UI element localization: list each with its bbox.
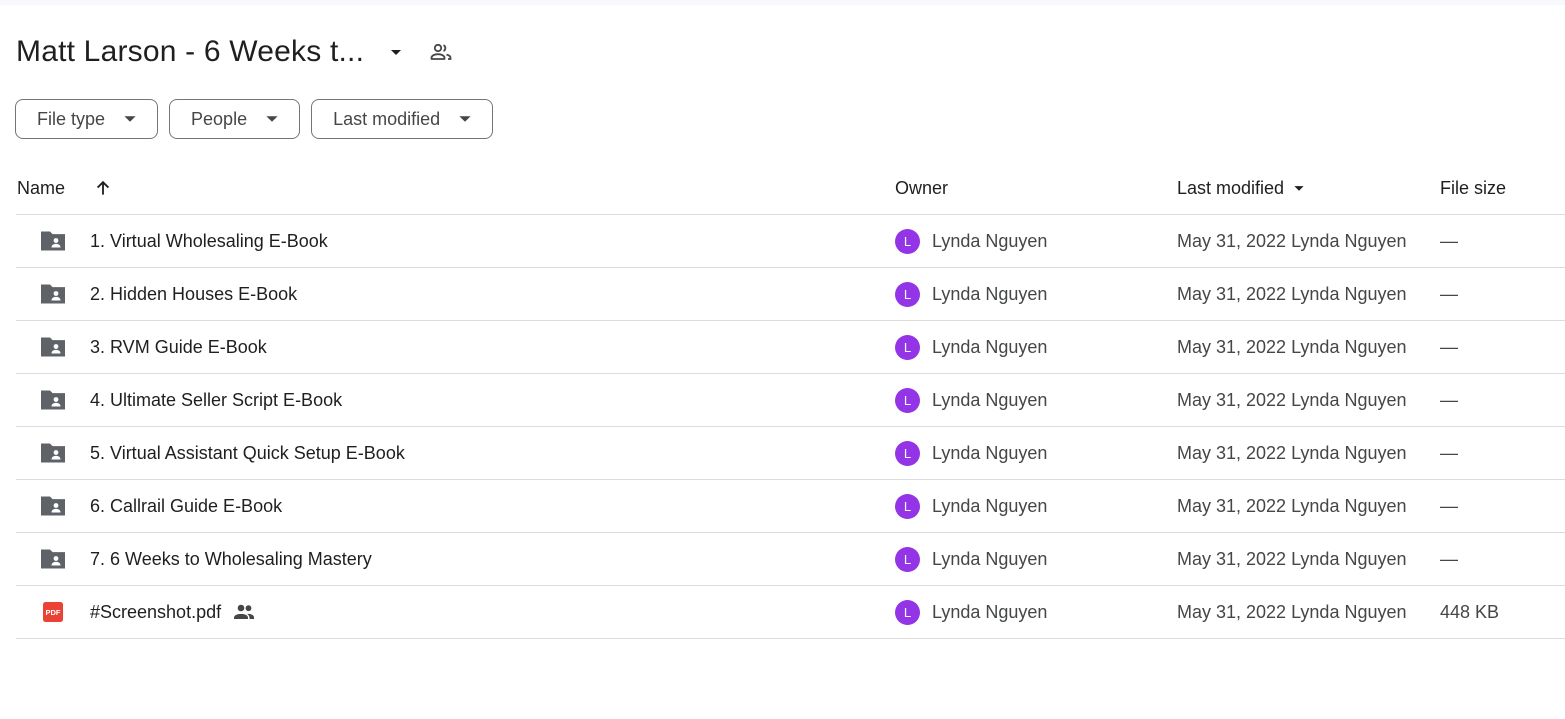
file-name: #Screenshot.pdf <box>90 601 222 622</box>
file-name[interactable]: 2. Hidden Houses E-Book <box>90 268 297 320</box>
chip-label: Last modified <box>333 108 441 129</box>
last-modified-filter-chip[interactable]: Last modified <box>311 99 494 139</box>
pdf-file-icon: PDF <box>38 586 68 638</box>
avatar: L <box>895 546 920 572</box>
last-modified: May 31, 2022 Lynda Nguyen <box>1177 548 1407 569</box>
owner: L Lynda Nguyen <box>895 427 1047 479</box>
owner-name: Lynda Nguyen <box>932 442 1048 463</box>
shared-people-outline-icon[interactable] <box>426 37 456 67</box>
owner-name: Lynda Nguyen <box>932 389 1048 410</box>
people-filter-chip[interactable]: People <box>169 99 301 139</box>
owner-column-header[interactable]: Owner <box>895 162 948 214</box>
last-modified-column-header[interactable]: Last modified <box>1177 162 1310 214</box>
file-size: — <box>1440 336 1458 357</box>
name-column-header[interactable]: Name <box>17 162 113 214</box>
owner-name: Lynda Nguyen <box>932 283 1048 304</box>
owner-name: Lynda Nguyen <box>932 495 1048 516</box>
shared-folder-icon <box>38 268 68 320</box>
table-row[interactable]: 4. Ultimate Seller Script E-Book L Lynda… <box>16 374 1565 427</box>
owner: L Lynda Nguyen <box>895 480 1047 532</box>
file-name[interactable]: 4. Ultimate Seller Script E-Book <box>90 374 342 426</box>
file-size: — <box>1440 230 1458 251</box>
avatar: L <box>895 334 920 360</box>
table-row[interactable]: 3. RVM Guide E-Book L Lynda Nguyen May 3… <box>16 321 1565 374</box>
shared-folder-icon <box>38 427 68 479</box>
file-size: 448 KB <box>1440 601 1500 622</box>
owner-name: Lynda Nguyen <box>932 548 1048 569</box>
file-name[interactable]: 1. Virtual Wholesaling E-Book <box>90 215 328 267</box>
owner: L Lynda Nguyen <box>895 533 1047 585</box>
arrow-drop-down-icon <box>458 112 472 126</box>
file-size: — <box>1440 495 1458 516</box>
last-modified: May 31, 2022 Lynda Nguyen <box>1177 442 1407 463</box>
chip-label: File type <box>37 108 106 129</box>
arrow-drop-down-icon[interactable] <box>384 40 408 64</box>
avatar: L <box>895 493 920 519</box>
shared-folder-icon <box>38 374 68 426</box>
last-modified: May 31, 2022 Lynda Nguyen <box>1177 601 1407 622</box>
top-strip <box>0 0 1565 5</box>
owner-name: Lynda Nguyen <box>932 336 1048 357</box>
owner: L Lynda Nguyen <box>895 586 1047 638</box>
table-row[interactable]: 6. Callrail Guide E-Book L Lynda Nguyen … <box>16 480 1565 533</box>
shared-folder-icon <box>38 533 68 585</box>
file-name[interactable]: 3. RVM Guide E-Book <box>90 321 267 373</box>
owner: L Lynda Nguyen <box>895 215 1047 267</box>
file-size-column-header[interactable]: File size <box>1440 162 1506 214</box>
last-modified: May 31, 2022 Lynda Nguyen <box>1177 389 1407 410</box>
file-name-cell[interactable]: #Screenshot.pdf <box>90 586 256 638</box>
table-row[interactable]: 1. Virtual Wholesaling E-Book L Lynda Ng… <box>16 215 1565 268</box>
arrow-drop-down-icon <box>123 112 137 126</box>
file-size: — <box>1440 442 1458 463</box>
owner-name: Lynda Nguyen <box>932 601 1048 622</box>
shared-people-icon <box>232 603 256 621</box>
page-title[interactable]: Matt Larson - 6 Weeks t... <box>16 35 364 69</box>
last-modified: May 31, 2022 Lynda Nguyen <box>1177 230 1407 251</box>
table-row[interactable]: 2. Hidden Houses E-Book L Lynda Nguyen M… <box>16 268 1565 321</box>
file-list-header: Name Owner Last modified File size <box>16 162 1565 215</box>
avatar: L <box>895 228 920 254</box>
title-row: Matt Larson - 6 Weeks t... <box>16 28 456 76</box>
file-name[interactable]: 5. Virtual Assistant Quick Setup E-Book <box>90 427 405 479</box>
pdf-badge-text: PDF <box>46 608 61 617</box>
chip-label: People <box>191 108 248 129</box>
shared-folder-icon <box>38 480 68 532</box>
file-list: 1. Virtual Wholesaling E-Book L Lynda Ng… <box>16 215 1565 639</box>
file-name[interactable]: 7. 6 Weeks to Wholesaling Mastery <box>90 533 372 585</box>
shared-folder-icon <box>38 215 68 267</box>
arrow-drop-down-icon[interactable] <box>1288 177 1310 199</box>
filter-bar: File type People Last modified <box>15 99 494 139</box>
avatar: L <box>895 281 920 307</box>
file-type-filter-chip[interactable]: File type <box>15 99 159 139</box>
owner-name: Lynda Nguyen <box>932 230 1048 251</box>
file-size: — <box>1440 283 1458 304</box>
owner: L Lynda Nguyen <box>895 374 1047 426</box>
arrow-drop-down-icon <box>265 112 279 126</box>
avatar: L <box>895 387 920 413</box>
owner: L Lynda Nguyen <box>895 321 1047 373</box>
last-modified: May 31, 2022 Lynda Nguyen <box>1177 336 1407 357</box>
table-row[interactable]: PDF #Screenshot.pdf L Lynda Nguyen May 3… <box>16 586 1565 639</box>
table-row[interactable]: 5. Virtual Assistant Quick Setup E-Book … <box>16 427 1565 480</box>
file-size: — <box>1440 548 1458 569</box>
file-size: — <box>1440 389 1458 410</box>
table-row[interactable]: 7. 6 Weeks to Wholesaling Mastery L Lynd… <box>16 533 1565 586</box>
avatar: L <box>895 599 920 625</box>
owner: L Lynda Nguyen <box>895 268 1047 320</box>
last-modified: May 31, 2022 Lynda Nguyen <box>1177 495 1407 516</box>
arrow-upward-icon[interactable] <box>93 178 113 198</box>
file-name[interactable]: 6. Callrail Guide E-Book <box>90 480 282 532</box>
shared-folder-icon <box>38 321 68 373</box>
avatar: L <box>895 440 920 466</box>
last-modified: May 31, 2022 Lynda Nguyen <box>1177 283 1407 304</box>
